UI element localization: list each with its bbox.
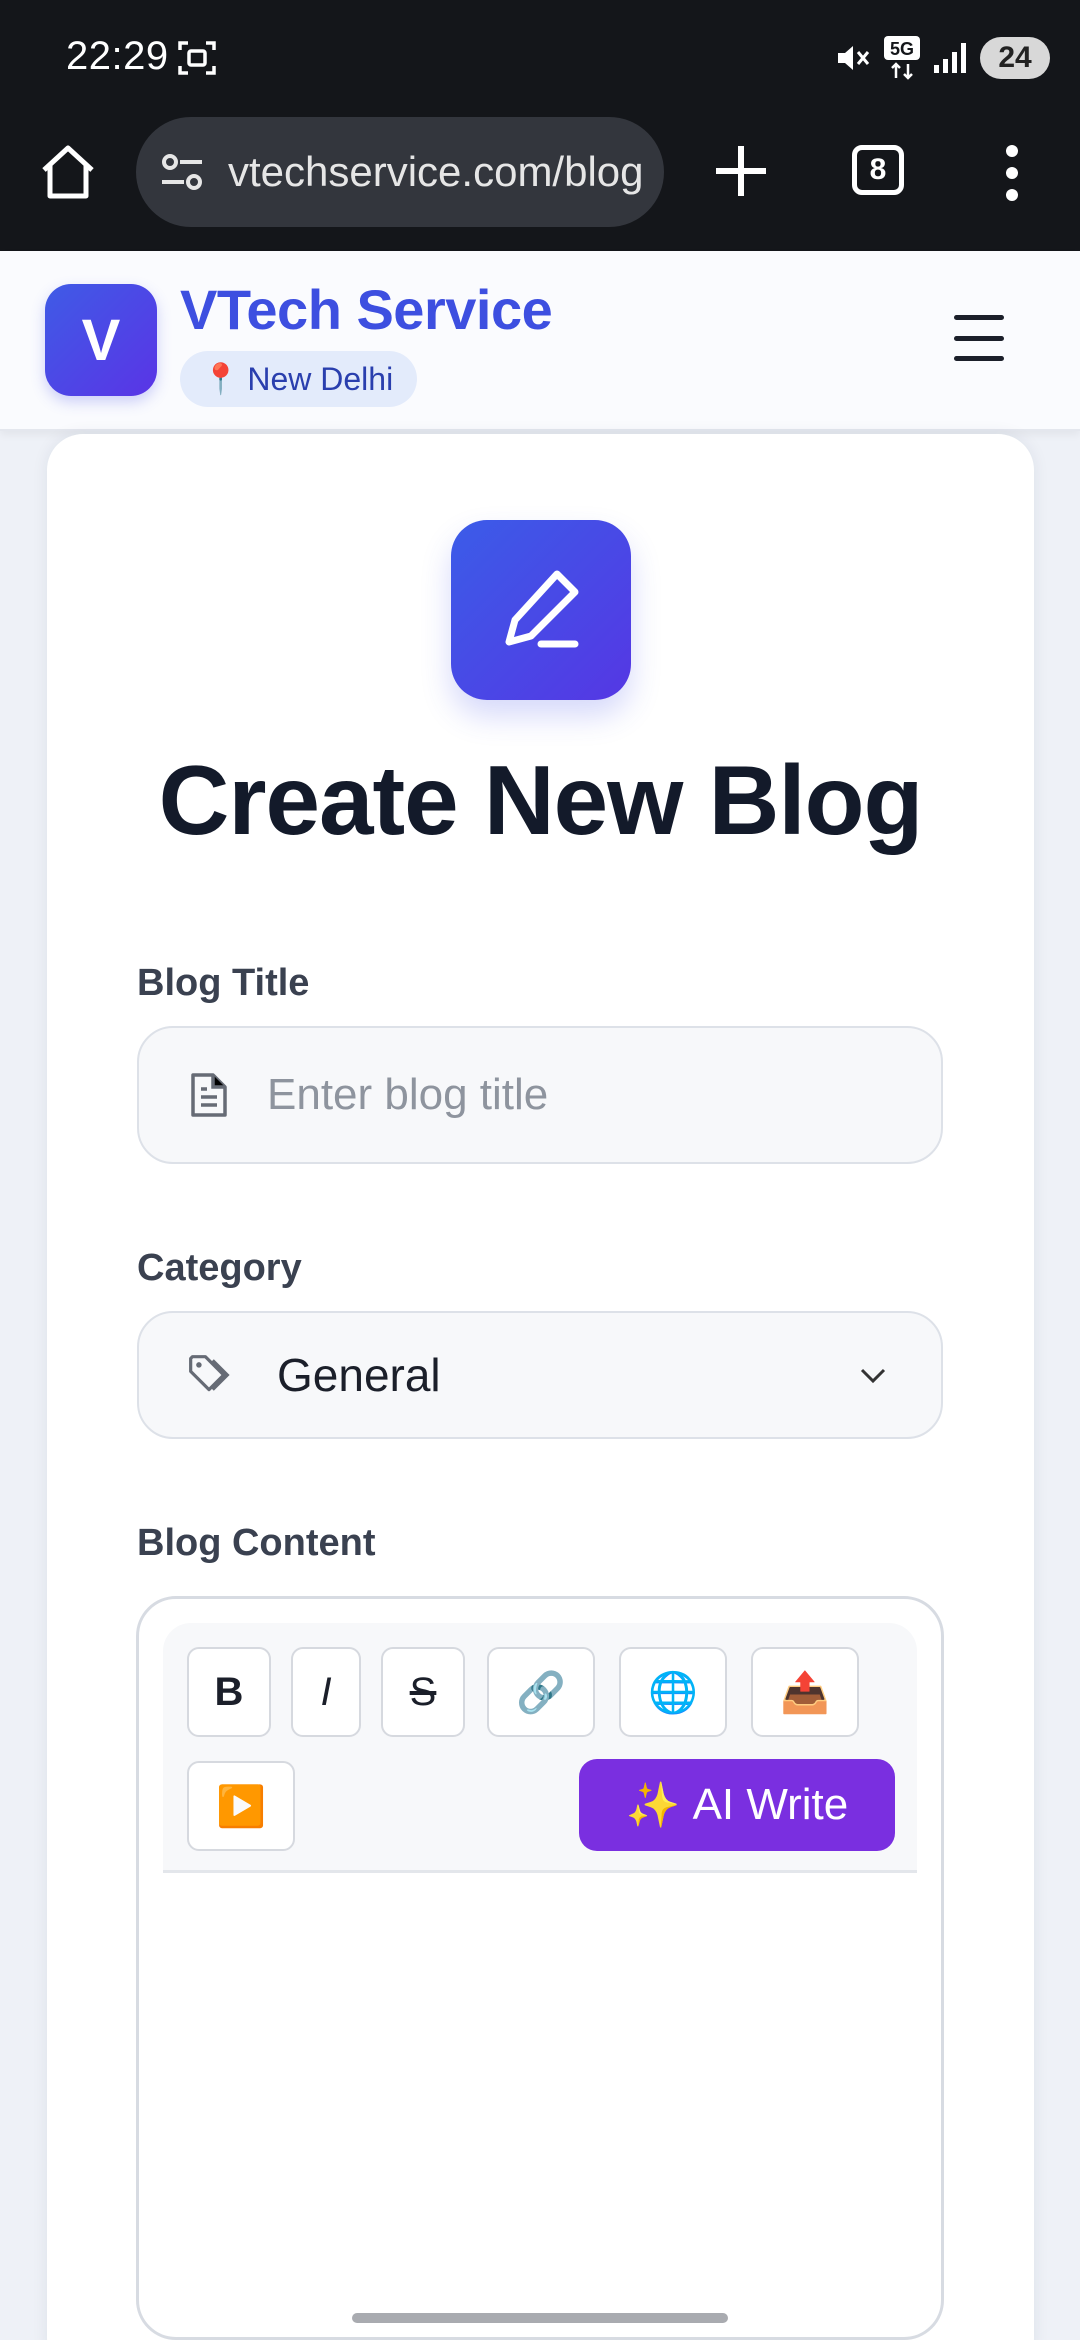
home-icon[interactable]: [38, 142, 98, 202]
url-bar[interactable]: vtechservice.com/blog: [136, 117, 664, 227]
tabs-button[interactable]: 8: [852, 145, 904, 195]
5g-icon: 5G: [884, 36, 920, 80]
upload-button[interactable]: 📤: [751, 1647, 859, 1737]
more-vert-icon[interactable]: [1000, 143, 1024, 203]
blog-title-field[interactable]: [137, 1026, 943, 1164]
category-select[interactable]: General: [137, 1311, 943, 1439]
site-logo[interactable]: V: [45, 284, 157, 396]
sparkles-icon: ✨: [625, 1781, 681, 1830]
site-settings-icon[interactable]: [158, 148, 206, 196]
tag-icon: [189, 1355, 230, 1392]
battery-icon: 24: [980, 37, 1050, 79]
pencil-icon: [451, 520, 631, 700]
chevron-down-icon: [860, 1368, 886, 1384]
site-header: V VTech Service 📍 New Delhi: [0, 251, 1080, 431]
italic-button[interactable]: I: [291, 1647, 361, 1737]
plus-icon[interactable]: [710, 140, 772, 202]
link-button[interactable]: 🔗: [487, 1647, 595, 1737]
status-icons: 5G 24: [834, 34, 1050, 82]
ai-write-label: AI Write: [692, 1780, 849, 1829]
status-time: 22:29: [66, 34, 169, 78]
hamburger-icon[interactable]: [954, 315, 1004, 361]
status-bar: 22:29 5G 24: [0, 0, 1080, 117]
category-value: General: [277, 1349, 441, 1401]
page-title: Create New Blog: [158, 745, 924, 855]
mute-icon: [838, 46, 870, 70]
blog-title-input[interactable]: [267, 1070, 867, 1120]
url-text[interactable]: vtechservice.com/blog: [228, 148, 644, 196]
document-icon: [191, 1073, 227, 1117]
strikethrough-button[interactable]: S: [381, 1647, 465, 1737]
editor-toolbar: B I S 🔗 🌐 📤 ▶️ ✨ AI Write: [163, 1623, 917, 1873]
screenshot-icon: [178, 41, 216, 75]
bold-button[interactable]: B: [187, 1647, 271, 1737]
svg-text:5G: 5G: [890, 39, 914, 59]
rich-text-editor[interactable]: B I S 🔗 🌐 📤 ▶️ ✨ AI Write: [136, 1596, 944, 2340]
location-chip[interactable]: 📍 New Delhi: [180, 351, 418, 407]
ai-write-button[interactable]: ✨ AI Write: [579, 1759, 895, 1851]
gesture-nav-handle[interactable]: [352, 2313, 728, 2323]
category-label: Category: [137, 1247, 302, 1289]
location-label: New Delhi: [247, 360, 394, 397]
globe-button[interactable]: 🌐: [619, 1647, 727, 1737]
blog-content-label: Blog Content: [137, 1522, 376, 1564]
video-button[interactable]: ▶️: [187, 1761, 295, 1851]
signal-icon: [934, 43, 966, 73]
pin-icon: 📍: [202, 362, 240, 396]
blog-title-label: Blog Title: [137, 962, 310, 1004]
brand-name[interactable]: VTech Service: [180, 277, 553, 342]
browser-toolbar: vtechservice.com/blog 8: [0, 117, 1080, 251]
